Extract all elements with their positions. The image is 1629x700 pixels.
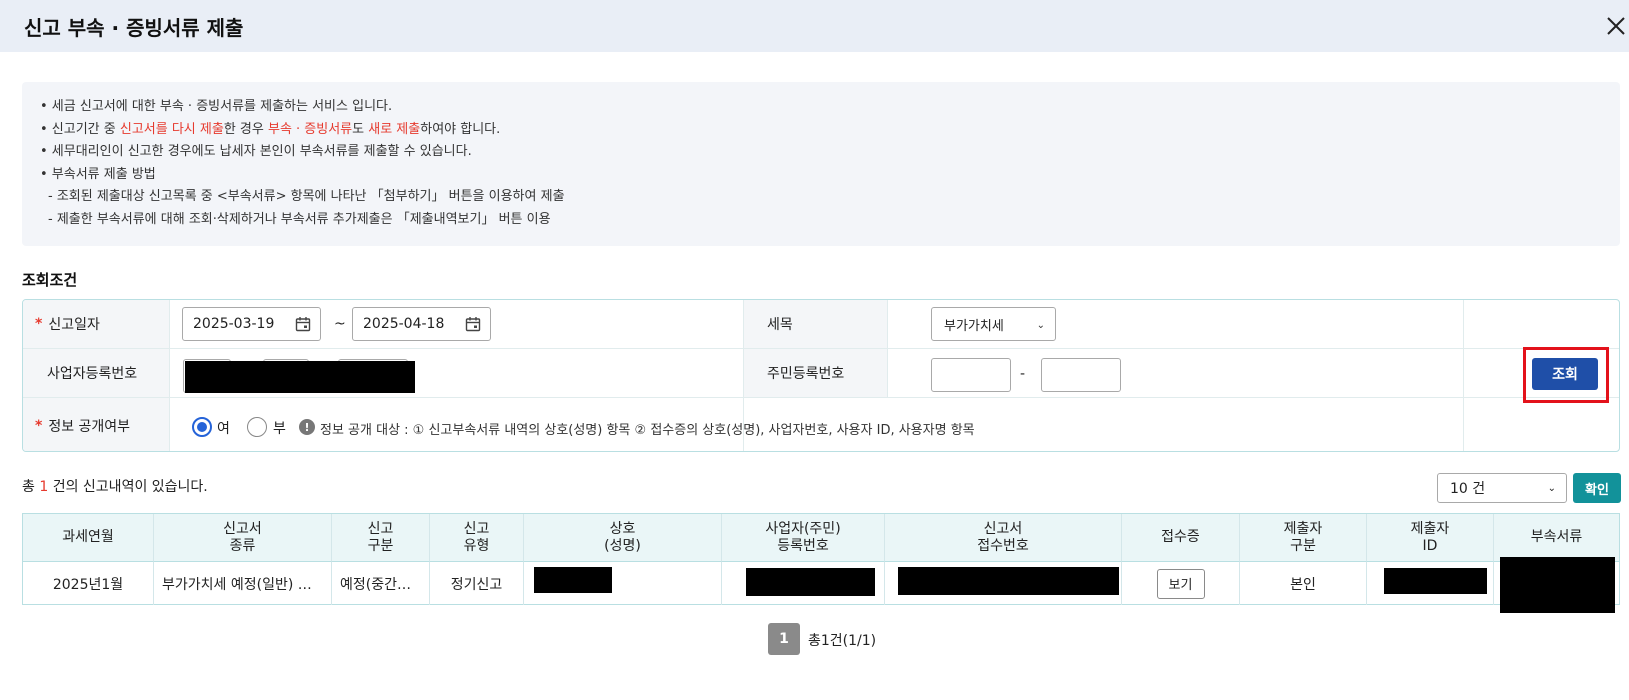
conditions-title: 조회조건 <box>22 271 78 289</box>
search-button[interactable]: 조회 <box>1532 358 1598 390</box>
redacted-attachments <box>1500 557 1615 613</box>
calendar-icon[interactable] <box>295 316 311 332</box>
redacted-biz-no <box>185 361 415 393</box>
table-header: 과세연월 <box>23 514 154 561</box>
report-date-label: * 신고일자 <box>23 300 169 348</box>
date-to-input[interactable]: 2025-04-18 <box>352 307 491 341</box>
resident-no-part1-input[interactable] <box>931 358 1011 392</box>
confirm-button[interactable]: 확인 <box>1573 473 1621 503</box>
table-header: 제출자 ID <box>1367 514 1494 561</box>
chevron-down-icon: ⌄ <box>1547 483 1556 494</box>
page-number-button[interactable]: 1 <box>768 623 800 655</box>
tax-item-select[interactable]: 부가가치세 ⌄ <box>931 307 1056 341</box>
disclose-no-radio[interactable] <box>247 417 267 437</box>
notice-line: • 신고기간 중 신고서를 다시 제출한 경우 부속 · 증빙서류도 새로 제출… <box>40 121 501 137</box>
date-from-input[interactable]: 2025-03-19 <box>182 307 321 341</box>
calendar-icon[interactable] <box>465 316 481 332</box>
disclose-yes-label[interactable]: 여 <box>217 418 230 438</box>
table-cell: 예정(중간… <box>332 561 430 605</box>
redacted-submitter-id <box>1384 568 1487 594</box>
divider <box>169 300 170 451</box>
table-header: 접수증 <box>1122 514 1240 561</box>
notice-line: - 제출한 부속서류에 대해 조회·삭제하거나 부속서류 추가제출은 「제출내역… <box>48 211 551 227</box>
table-cell: 2025년1월 <box>23 561 154 605</box>
table-header: 상호 (성명) <box>524 514 722 561</box>
notice-box: • 세금 신고서에 대한 부속 · 증빙서류를 제출하는 서비스 입니다. • … <box>22 82 1620 246</box>
biz-no-label: 사업자등록번호 <box>23 349 169 397</box>
notice-line: • 세무대리인이 신고한 경우에도 납세자 본인이 부속서류를 제출할 수 있습… <box>40 144 472 159</box>
table-header: 사업자(주민) 등록번호 <box>722 514 885 561</box>
table-header: 신고서 종류 <box>154 514 332 561</box>
resident-no-part2-input[interactable] <box>1041 358 1121 392</box>
page-size-select[interactable]: 10 건 ⌄ <box>1437 473 1567 503</box>
notice-line: - 조회된 제출대상 신고목록 중 <부속서류> 항목에 나타난 「첨부하기」 … <box>48 189 565 204</box>
close-icon[interactable] <box>1604 14 1628 38</box>
disclose-no-label[interactable]: 부 <box>273 418 286 438</box>
table-header: 신고 유형 <box>430 514 524 561</box>
notice-line: • 세금 신고서에 대한 부속 · 증빙서류를 제출하는 서비스 입니다. <box>40 99 393 114</box>
redacted-receipt-no <box>898 567 1119 595</box>
table-header: 신고서 접수번호 <box>885 514 1122 561</box>
disclose-yes-radio[interactable] <box>192 417 212 437</box>
redacted-reg-no <box>746 568 875 596</box>
table-cell: 본인 <box>1240 561 1367 605</box>
notice-line: • 부속서류 제출 방법 <box>40 166 156 182</box>
table-cell-receipt: 보기 <box>1122 561 1240 605</box>
dialog-titlebar: 신고 부속 · 증빙서류 제출 <box>0 0 1629 52</box>
resident-no-separator: - <box>1020 366 1026 382</box>
redacted-company <box>534 567 612 593</box>
table-cell: 부가가치세 예정(일반) … <box>154 561 332 605</box>
divider <box>1463 300 1464 451</box>
disclose-info-text: 정보 공개 대상 : ① 신고부속서류 내역의 상호(성명) 항목 ② 접수증의… <box>320 423 975 438</box>
resident-no-label: 주민등록번호 <box>743 349 887 397</box>
table-header: 제출자 구분 <box>1240 514 1367 561</box>
pagination-info: 총1건(1/1) <box>808 633 877 649</box>
chevron-down-icon: ⌄ <box>1036 320 1045 331</box>
table-header: 신고 구분 <box>332 514 430 561</box>
table-header: 부속서류 <box>1494 514 1619 561</box>
divider <box>887 300 888 398</box>
date-range-separator: ~ <box>334 316 346 332</box>
result-total: 총 1 건의 신고내역이 있습니다. <box>22 479 208 495</box>
disclose-label: * 정보 공개여부 <box>23 398 169 451</box>
tax-item-label: 세목 <box>743 300 887 348</box>
dialog-title: 신고 부속 · 증빙서류 제출 <box>24 16 244 40</box>
info-icon: ! <box>299 419 315 435</box>
table-cell: 정기신고 <box>430 561 524 605</box>
view-receipt-button[interactable]: 보기 <box>1156 568 1205 599</box>
